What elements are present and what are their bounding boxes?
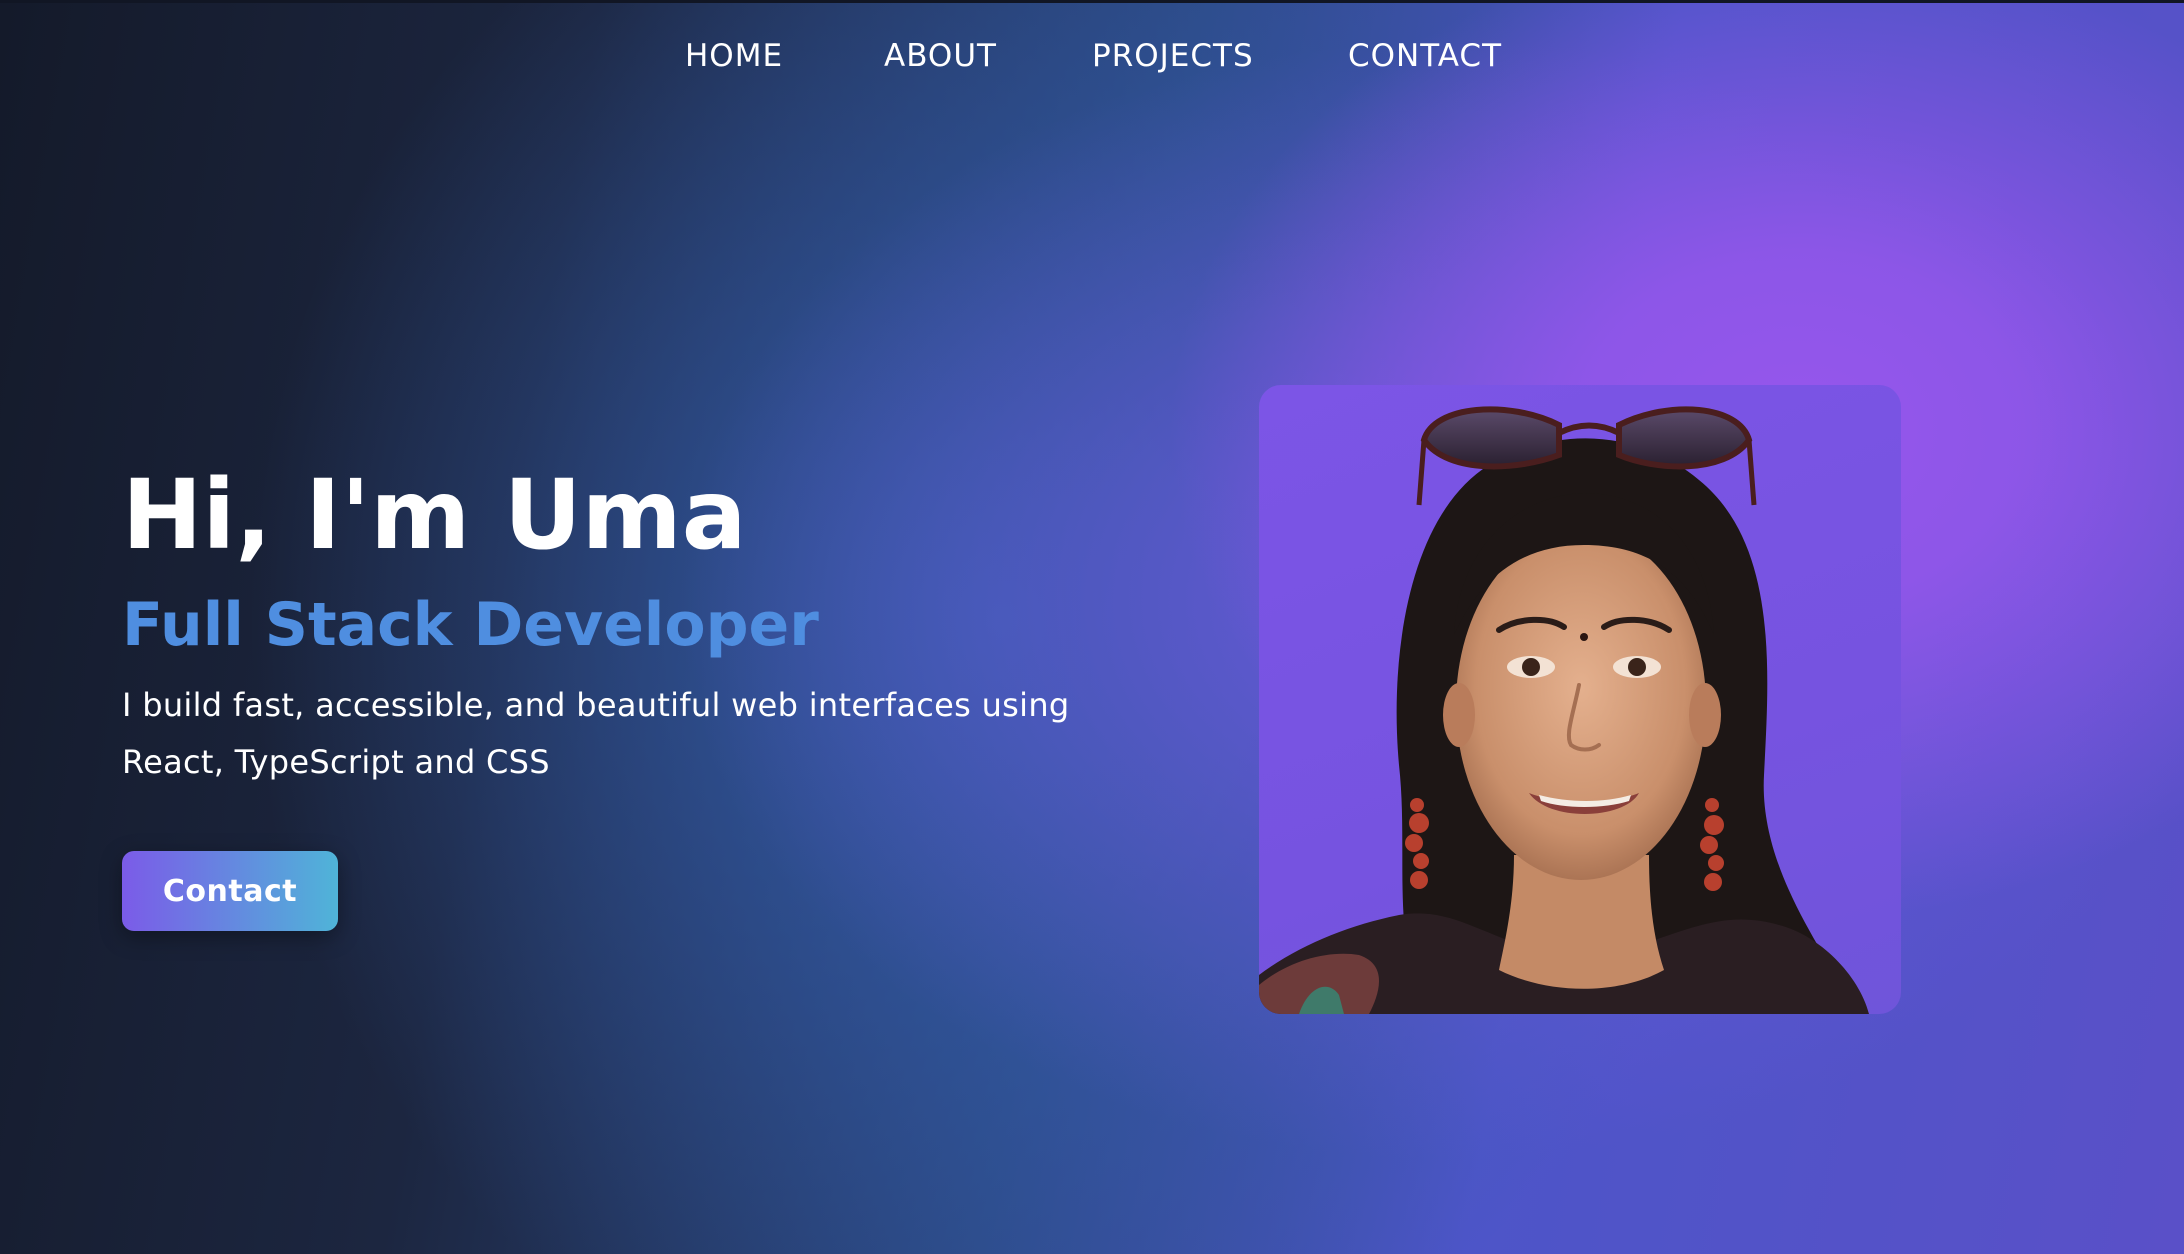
hero-subtitle: Full Stack Developer (122, 590, 819, 660)
face-shape (1456, 530, 1706, 880)
nav-about[interactable]: ABOUT (884, 38, 997, 74)
hero-title: Hi, I'm Uma (122, 459, 747, 571)
nav-home[interactable]: HOME (685, 38, 783, 74)
top-border (0, 0, 2184, 3)
hero-description: I build fast, accessible, and beautiful … (122, 686, 1070, 781)
main-nav: HOME ABOUT PROJECTS CONTACT (0, 38, 2184, 88)
contact-button[interactable]: Contact (122, 851, 338, 931)
nav-projects[interactable]: PROJECTS (1092, 38, 1254, 74)
hero-section: Hi, I'm Uma Full Stack Developer I build… (122, 455, 1122, 791)
profile-photo (1259, 385, 1901, 1014)
contact-button-label: Contact (162, 873, 298, 909)
nav-contact[interactable]: CONTACT (1348, 38, 1502, 74)
